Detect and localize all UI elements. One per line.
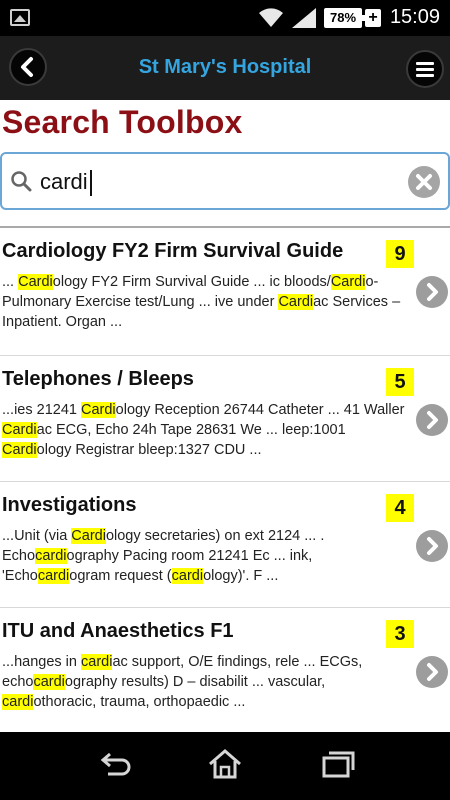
signal-icon <box>292 8 316 28</box>
result-item[interactable]: Cardiology FY2 Firm Survival Guide 9 ...… <box>0 228 450 356</box>
snippet-text: ology Reception 26744 Catheter ... 41 Wa… <box>115 402 405 418</box>
search-box <box>0 152 450 210</box>
result-title: ITU and Anaesthetics F1 <box>2 620 234 642</box>
status-clock: 15:09 <box>389 6 440 28</box>
chevron-right-icon <box>427 411 438 429</box>
result-snippet: ...Unit (via Cardiology secretaries) on … <box>2 526 414 586</box>
battery-indicator: 78% <box>324 8 365 28</box>
search-highlight: Cardi <box>2 442 37 458</box>
search-highlight: Cardi <box>18 274 53 290</box>
result-item[interactable]: Telephones / Bleeps 5 ...ies 21241 Cardi… <box>0 356 450 482</box>
clear-search-button[interactable] <box>408 166 440 198</box>
search-highlight: Cardi <box>2 422 37 438</box>
match-count-badge: 5 <box>386 368 414 396</box>
match-count-badge: 3 <box>386 620 414 648</box>
result-item[interactable]: ITU and Anaesthetics F1 3 ...hanges in c… <box>0 608 450 732</box>
result-item[interactable]: Investigations 4 ...Unit (via Cardiology… <box>0 482 450 608</box>
search-highlight: cardi <box>171 568 204 584</box>
result-snippet: ...hanges in cardiac support, O/E findin… <box>2 652 414 712</box>
wifi-icon <box>259 8 283 27</box>
status-bar: 78% + 15:09 <box>0 0 450 36</box>
search-highlight: Cardi <box>81 402 116 418</box>
search-highlight: Cardi <box>71 528 106 544</box>
snippet-text: ology)'. F ... <box>203 568 279 584</box>
search-icon <box>11 171 32 192</box>
result-title: Telephones / Bleeps <box>2 368 194 390</box>
result-snippet: ...ies 21241 Cardiology Reception 26744 … <box>2 400 414 460</box>
match-count-badge: 9 <box>386 240 414 268</box>
snippet-text: ography results) D – disabilit ... vascu… <box>64 674 326 690</box>
search-highlight: cardi <box>35 548 67 564</box>
back-nav-button[interactable] <box>94 746 134 782</box>
search-highlight: cardi <box>37 568 70 584</box>
open-result-button[interactable] <box>416 530 448 562</box>
search-highlight: cardi <box>81 654 113 670</box>
page-title: Search Toolbox <box>2 104 243 140</box>
hamburger-menu-icon <box>416 62 434 77</box>
close-icon <box>416 174 432 190</box>
snippet-text: ogram request ( <box>69 568 172 584</box>
open-result-button[interactable] <box>416 404 448 436</box>
snippet-text: ...hanges in <box>2 654 81 670</box>
chevron-right-icon <box>427 663 438 681</box>
search-highlight: Cardi <box>278 294 314 310</box>
snippet-text: ology Registrar bleep:1327 CDU ... <box>36 442 262 458</box>
result-title: Investigations <box>2 494 137 516</box>
match-count-badge: 4 <box>386 494 414 522</box>
app-title: St Mary's Hospital <box>138 56 312 78</box>
search-highlight: Cardi <box>330 274 366 290</box>
search-highlight: cardi <box>33 674 65 690</box>
snippet-text: ...Unit (via <box>2 528 72 544</box>
snippet-text: ... <box>2 274 19 290</box>
search-highlight: cardi <box>2 694 34 710</box>
snippet-text: ...ies 21241 <box>2 402 81 418</box>
open-result-button[interactable] <box>416 276 448 308</box>
open-result-button[interactable] <box>416 656 448 688</box>
snippet-text: ology FY2 Firm Survival Guide ... ic blo… <box>52 274 331 290</box>
chevron-right-icon <box>427 537 438 555</box>
recent-apps-nav-button[interactable] <box>318 746 358 782</box>
search-input[interactable] <box>40 164 390 200</box>
system-nav-bar <box>0 732 450 800</box>
snippet-text: ac ECG, Echo 24h Tape 28631 We ... leep:… <box>36 422 346 438</box>
result-snippet: ... Cardiology FY2 Firm Survival Guide .… <box>2 272 414 332</box>
result-title: Cardiology FY2 Firm Survival Guide <box>2 240 344 262</box>
charging-icon: + <box>365 9 381 27</box>
app-header: St Mary's Hospital <box>0 36 450 100</box>
chevron-right-icon <box>427 283 438 301</box>
snippet-text: othoracic, trauma, orthopaedic ... <box>33 694 246 710</box>
text-cursor <box>89 170 92 196</box>
image-notification-icon <box>10 9 30 26</box>
home-nav-button[interactable] <box>205 746 245 782</box>
menu-button[interactable] <box>406 50 444 88</box>
